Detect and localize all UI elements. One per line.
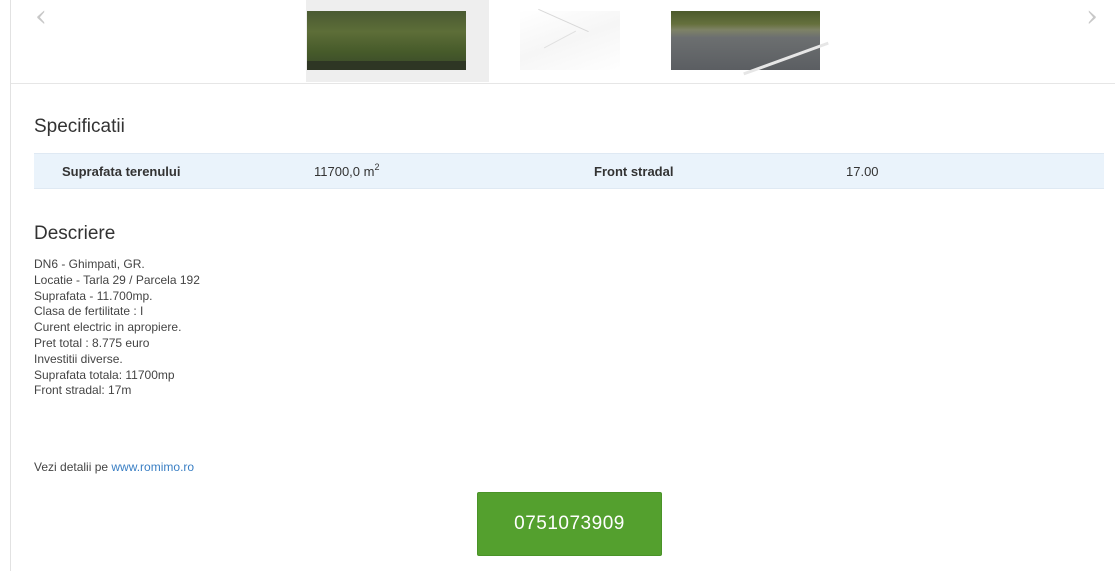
thumbnail-field-photo[interactable] [307, 11, 466, 70]
phone-call-button[interactable]: 0751073909 [477, 492, 662, 556]
photo-carousel: ‹ › [11, 0, 1115, 84]
chevron-right-icon[interactable]: › [1086, 2, 1098, 32]
description-title: Descriere [34, 223, 116, 244]
description-line: Investitii diverse. [34, 351, 123, 366]
sketch-line [538, 8, 589, 33]
description-line: Curent electric in apropiere. [34, 320, 182, 335]
source-note: Vezi detalii pe www.romimo.ro [34, 460, 194, 474]
spec-value-area-unit-exponent: 2 [374, 162, 380, 172]
thumbnail-plan-sketch[interactable] [520, 8, 620, 70]
thumbnail-road-photo[interactable] [671, 11, 829, 76]
spec-value-area: 11700,0 m2 [314, 162, 380, 179]
sketch-line [543, 30, 577, 49]
specs-row: Suprafata terenului 11700,0 m2 Front str… [34, 153, 1104, 189]
road-marking [743, 41, 829, 76]
spec-value-area-number: 11700,0 m [314, 164, 375, 179]
description-line: DN6 - Ghimpati, GR. [34, 257, 145, 271]
description-line: Pret total : 8.775 euro [34, 335, 150, 350]
spec-label-frontage: Front stradal [594, 164, 674, 179]
description-line: Locatie - Tarla 29 / Parcela 192 [34, 272, 200, 287]
source-link[interactable]: www.romimo.ro [111, 460, 194, 474]
description-line: Clasa de fertilitate : I [34, 304, 144, 319]
listing-detail-panel: ‹ › Specificatii Suprafata terenului 117… [0, 0, 1115, 571]
spec-value-frontage: 17.00 [846, 164, 879, 179]
description-line: Suprafata - 11.700mp. [34, 288, 153, 303]
chevron-left-icon[interactable]: ‹ [35, 2, 47, 32]
description-line: Front stradal: 17m [34, 383, 132, 398]
spec-label-area: Suprafata terenului [62, 164, 181, 179]
description-body: DN6 - Ghimpati, GR. Locatie - Tarla 29 /… [34, 257, 200, 399]
specs-title: Specificatii [34, 116, 125, 137]
source-note-prefix: Vezi detalii pe [34, 460, 112, 474]
left-border [10, 0, 11, 571]
description-line: Suprafata totala: 11700mp [34, 367, 175, 382]
